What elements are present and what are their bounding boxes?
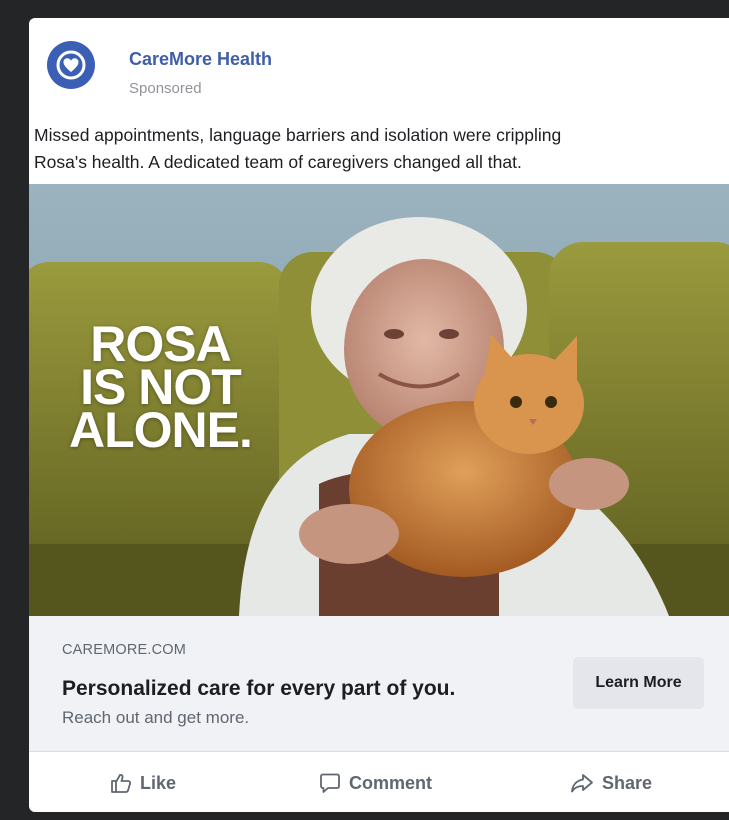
post-header: CareMore Health Sponsored bbox=[29, 18, 729, 118]
share-button[interactable]: Share bbox=[570, 769, 652, 797]
comment-bubble-icon bbox=[320, 773, 340, 793]
caption-line: Rosa's health. A dedicated team of careg… bbox=[34, 152, 522, 172]
heart-logo-icon bbox=[56, 50, 86, 80]
comment-button[interactable]: Comment bbox=[319, 769, 432, 797]
link-description: Reach out and get more. bbox=[62, 708, 250, 727]
sponsored-post: CareMore Health Sponsored Missed appoint… bbox=[29, 18, 729, 812]
caption-line: Missed appointments, language barriers a… bbox=[34, 125, 562, 145]
share-arrow-icon bbox=[571, 774, 593, 793]
link-domain: CAREMORE.COM bbox=[62, 642, 187, 658]
post-actions-bar: Like Comment Share bbox=[29, 753, 729, 812]
share-label: Share bbox=[602, 772, 653, 793]
like-label: Like bbox=[140, 772, 177, 793]
thumbs-up-icon bbox=[111, 773, 132, 793]
page-name-link[interactable]: CareMore Health bbox=[129, 49, 272, 70]
overlay-line: ALONE. bbox=[69, 402, 253, 458]
hero-image[interactable]: ROSA IS NOT ALONE. bbox=[29, 184, 729, 616]
like-button[interactable]: Like bbox=[110, 769, 176, 797]
link-title[interactable]: Personalized care for every part of you. bbox=[62, 677, 455, 701]
comment-label: Comment bbox=[349, 772, 433, 793]
sponsored-label[interactable]: Sponsored bbox=[129, 80, 202, 97]
page-avatar[interactable] bbox=[47, 41, 95, 89]
hero-overlay-text: ROSA IS NOT ALONE. bbox=[69, 319, 253, 458]
link-preview[interactable]: CAREMORE.COM Personalized care for every… bbox=[29, 616, 729, 752]
learn-more-button[interactable]: Learn More bbox=[573, 657, 704, 709]
post-caption: Missed appointments, language barriers a… bbox=[34, 122, 724, 176]
